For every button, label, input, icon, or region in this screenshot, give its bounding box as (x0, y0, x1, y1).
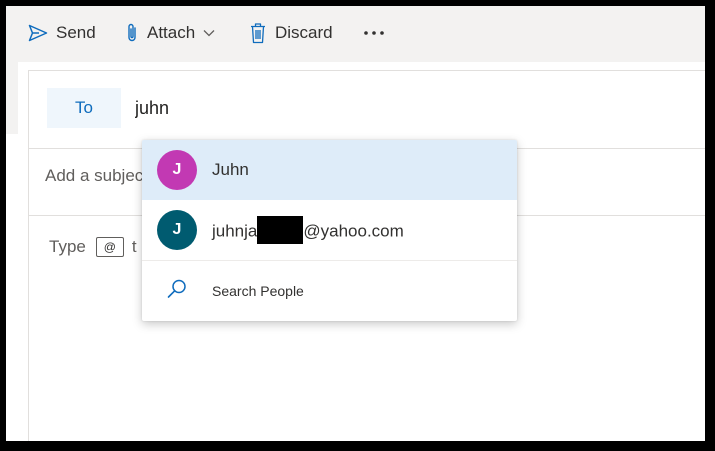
send-button[interactable]: Send (28, 20, 96, 46)
mention-badge: @ (95, 237, 124, 257)
more-icon (363, 30, 385, 36)
email-prefix: juhnja (212, 221, 258, 241)
search-people-option[interactable]: Search People (142, 261, 517, 321)
suggestion-item[interactable]: J Juhn (142, 140, 517, 200)
side-gutter (6, 62, 18, 441)
send-label: Send (56, 23, 96, 42)
discard-label: Discard (275, 23, 333, 42)
trash-icon (249, 22, 267, 44)
email-suffix: @yahoo.com (303, 221, 404, 241)
body-hint-rest: t (131, 237, 137, 256)
search-people-label: Search People (212, 283, 304, 299)
attach-button[interactable]: Attach (125, 20, 215, 46)
send-icon (28, 24, 48, 42)
attach-label: Attach (147, 23, 196, 42)
compose-window: Send Attach Discard To juhn Add a subjec… (0, 0, 715, 451)
paperclip-icon (125, 22, 139, 44)
discard-button[interactable]: Discard (249, 20, 333, 46)
suggestion-email: juhnja @yahoo.com (212, 216, 404, 244)
gutter-segment (6, 62, 18, 134)
to-recipient-input[interactable] (135, 95, 395, 121)
more-options-button[interactable] (363, 20, 385, 46)
recipient-suggestions-dropdown: J Juhn J juhnja @yahoo.com Search People (142, 140, 517, 321)
suggestion-name: Juhn (212, 160, 249, 179)
suggestion-item[interactable]: J juhnja @yahoo.com (142, 200, 517, 260)
redaction-block (257, 216, 304, 244)
to-button[interactable]: To (47, 88, 121, 128)
avatar: J (157, 210, 197, 250)
search-icon (166, 278, 188, 305)
chevron-down-icon[interactable] (203, 29, 215, 37)
body-editor[interactable]: Type @ t (49, 234, 137, 260)
avatar: J (157, 150, 197, 190)
compose-toolbar: Send Attach Discard (6, 6, 705, 62)
body-hint-text: Type (49, 237, 86, 256)
